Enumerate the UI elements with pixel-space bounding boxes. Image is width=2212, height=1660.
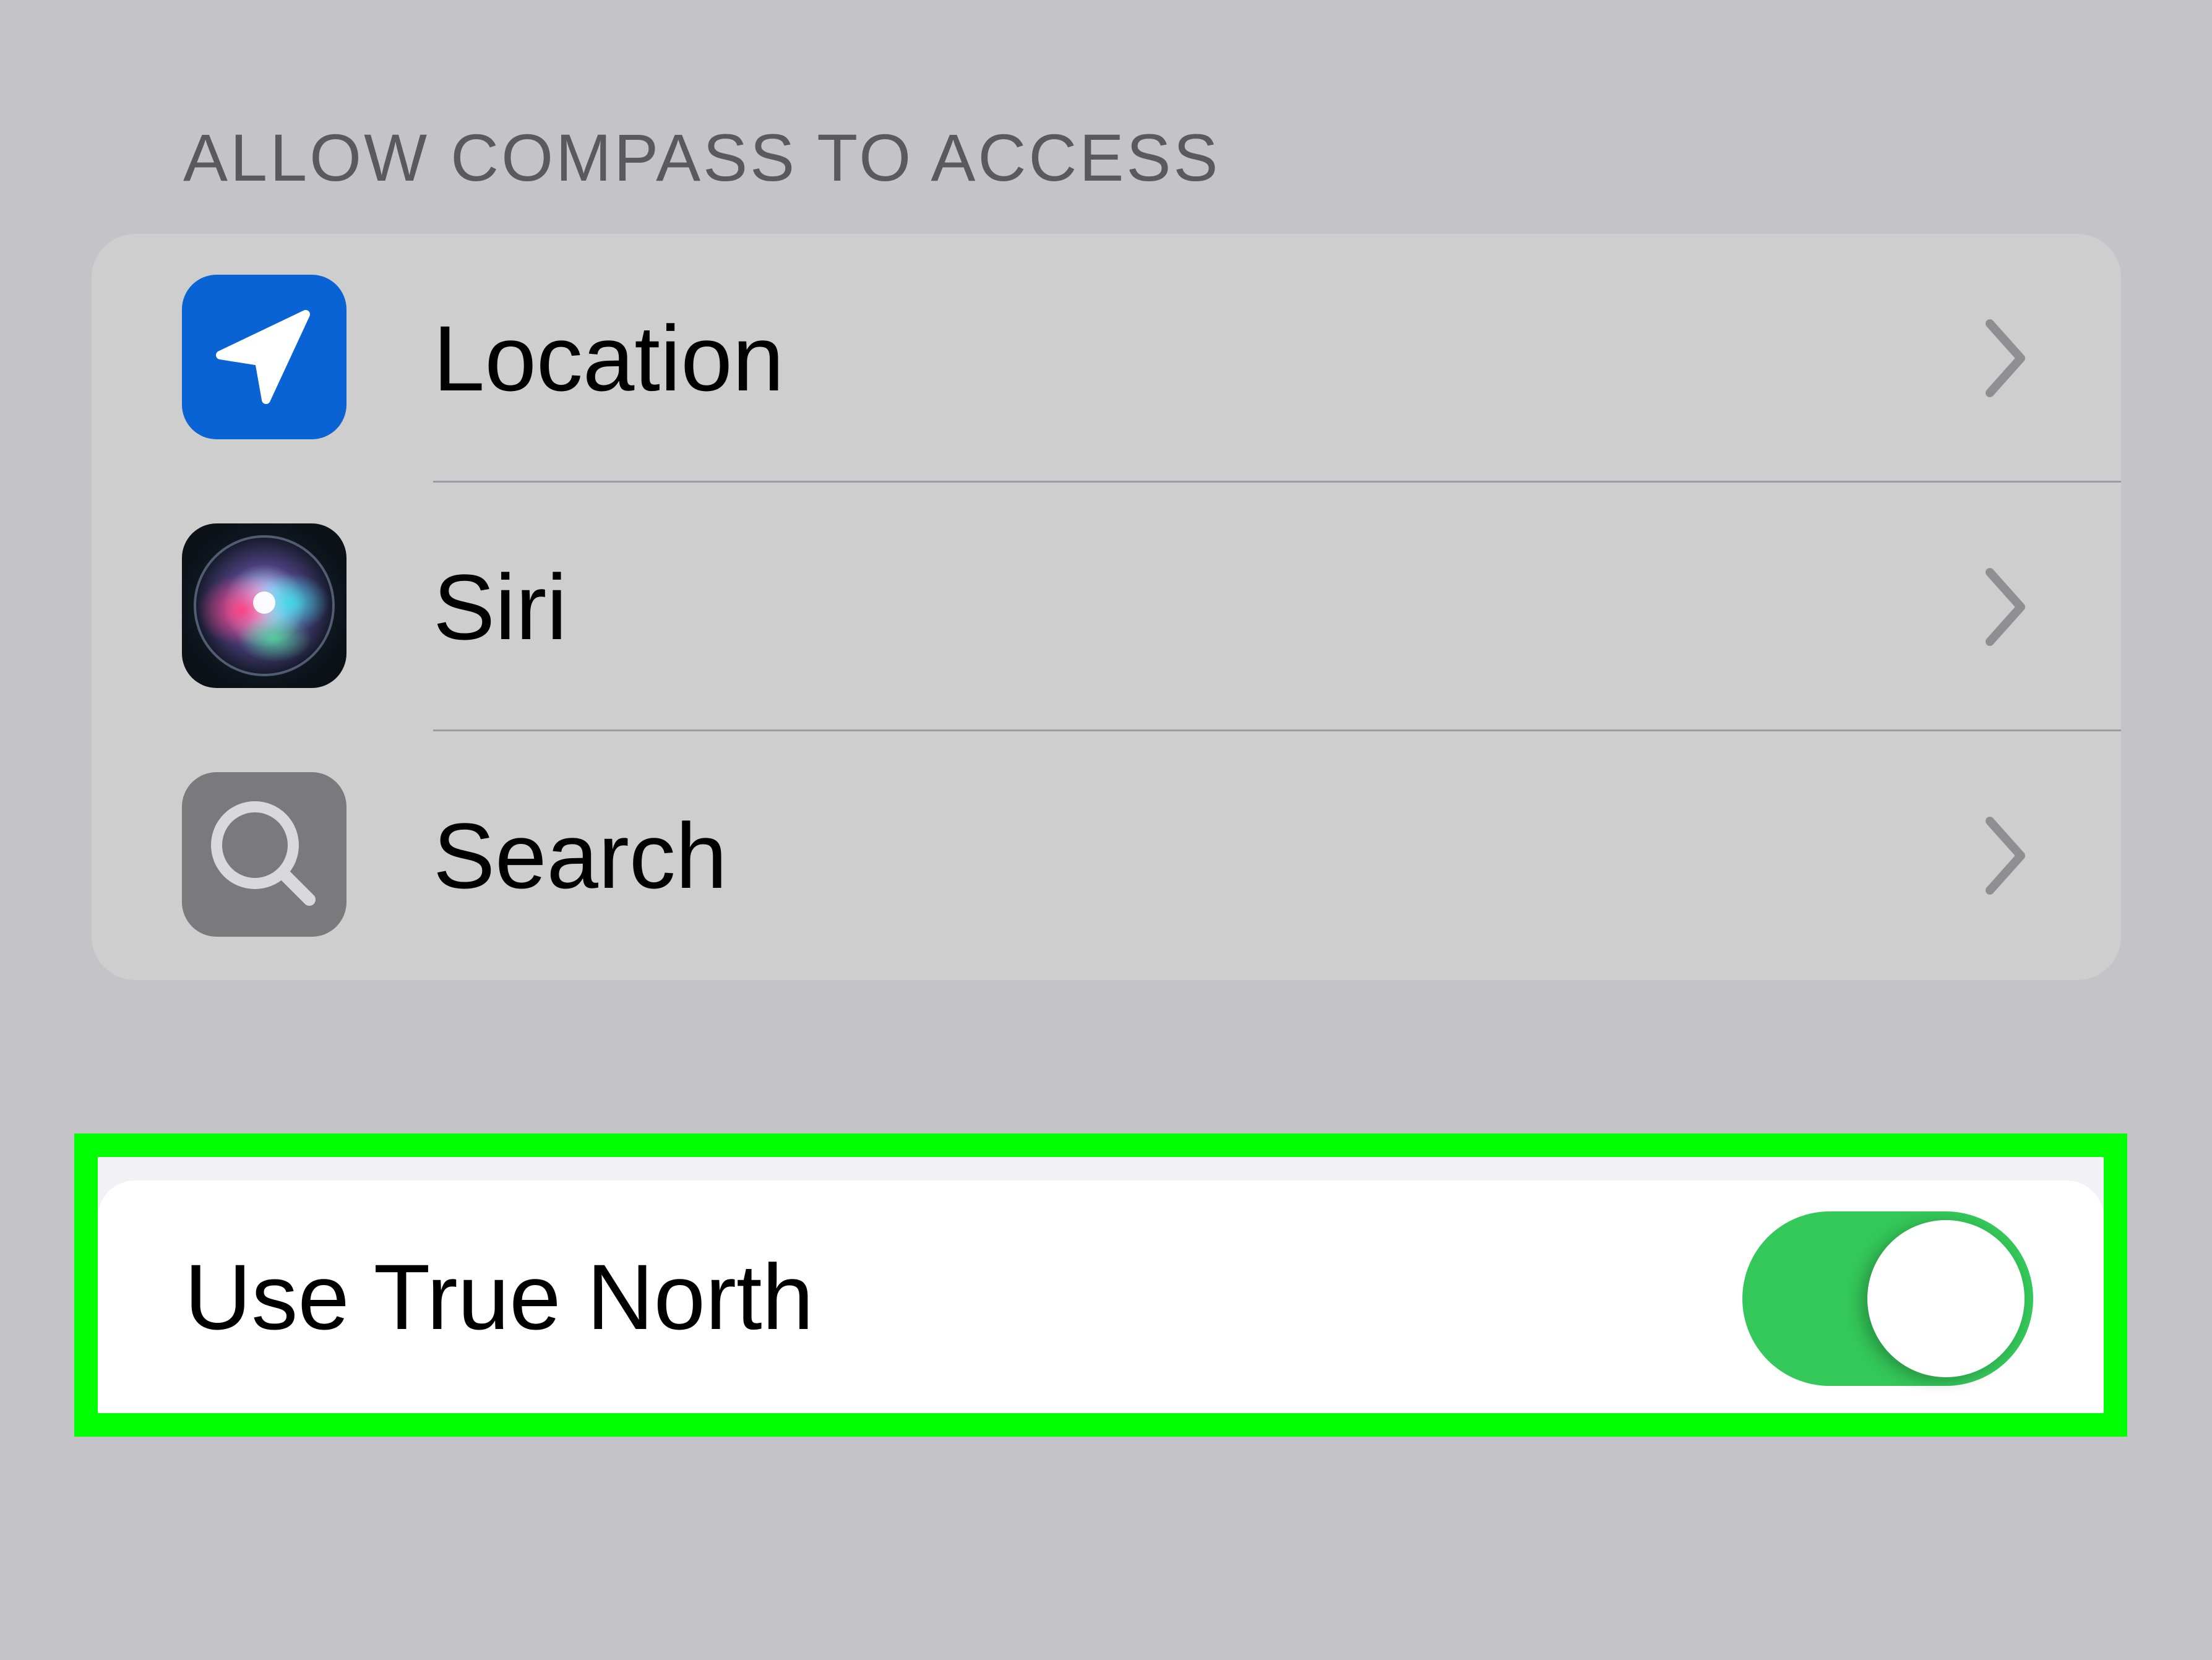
settings-row-siri[interactable]: Siri bbox=[92, 483, 2121, 731]
siri-icon bbox=[182, 523, 346, 688]
access-settings-group: Location Siri Search bbox=[92, 234, 2121, 980]
chevron-right-icon bbox=[1986, 319, 2025, 397]
section-header: ALLOW COMPASS TO ACCESS bbox=[183, 120, 1221, 195]
magnifying-glass-icon bbox=[182, 772, 346, 937]
settings-row-label: Location bbox=[433, 306, 785, 410]
settings-row-location[interactable]: Location bbox=[92, 234, 2121, 483]
settings-screen: { "section": { "header": "ALLOW COMPASS … bbox=[0, 0, 2212, 1660]
chevron-right-icon bbox=[1986, 817, 2025, 895]
highlight-box bbox=[74, 1133, 2127, 1437]
settings-row-label: Siri bbox=[433, 555, 567, 659]
chevron-right-icon bbox=[1986, 568, 2025, 646]
settings-row-search[interactable]: Search bbox=[92, 731, 2121, 980]
settings-row-label: Search bbox=[433, 804, 728, 908]
location-arrow-icon bbox=[182, 275, 346, 439]
